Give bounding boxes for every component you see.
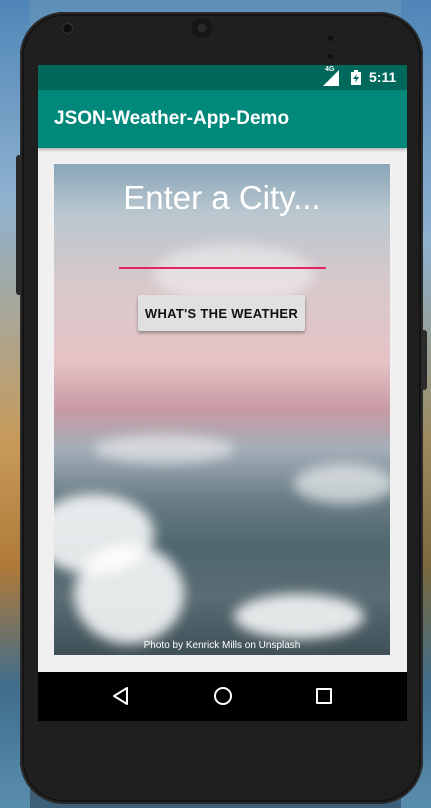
back-icon[interactable]	[112, 687, 130, 705]
city-input[interactable]: Enter a City...	[54, 179, 390, 217]
battery-charging-icon	[351, 70, 361, 85]
earpiece-speaker-icon	[192, 18, 212, 38]
phone-power-button[interactable]	[421, 330, 427, 390]
cloud-shape	[74, 544, 184, 644]
whats-the-weather-button[interactable]: WHAT'S THE WEATHER	[138, 295, 305, 331]
recent-apps-icon[interactable]	[316, 688, 332, 704]
city-input-underline	[119, 267, 326, 269]
navigation-bar	[38, 672, 407, 721]
cloud-shape	[94, 434, 234, 464]
home-icon[interactable]	[214, 687, 232, 705]
background-photo: Enter a City... WHAT'S THE WEATHER Photo…	[54, 164, 390, 655]
signal-strength-icon	[323, 70, 339, 86]
front-camera-icon	[63, 24, 72, 33]
app-bar: JSON-Weather-App-Demo	[38, 90, 407, 148]
status-bar: 4G 5:11	[38, 65, 407, 90]
cloud-shape	[234, 594, 364, 639]
proximity-sensors	[328, 28, 348, 59]
device-screen: 4G 5:11 JSON-Weather-App-Demo Enter a Ci…	[38, 65, 407, 721]
app-title: JSON-Weather-App-Demo	[54, 108, 290, 129]
clock: 5:11	[369, 69, 397, 85]
cloud-shape	[294, 464, 390, 504]
photo-credit: Photo by Kenrick Mills on Unsplash	[143, 640, 301, 651]
phone-volume-button[interactable]	[16, 155, 22, 295]
